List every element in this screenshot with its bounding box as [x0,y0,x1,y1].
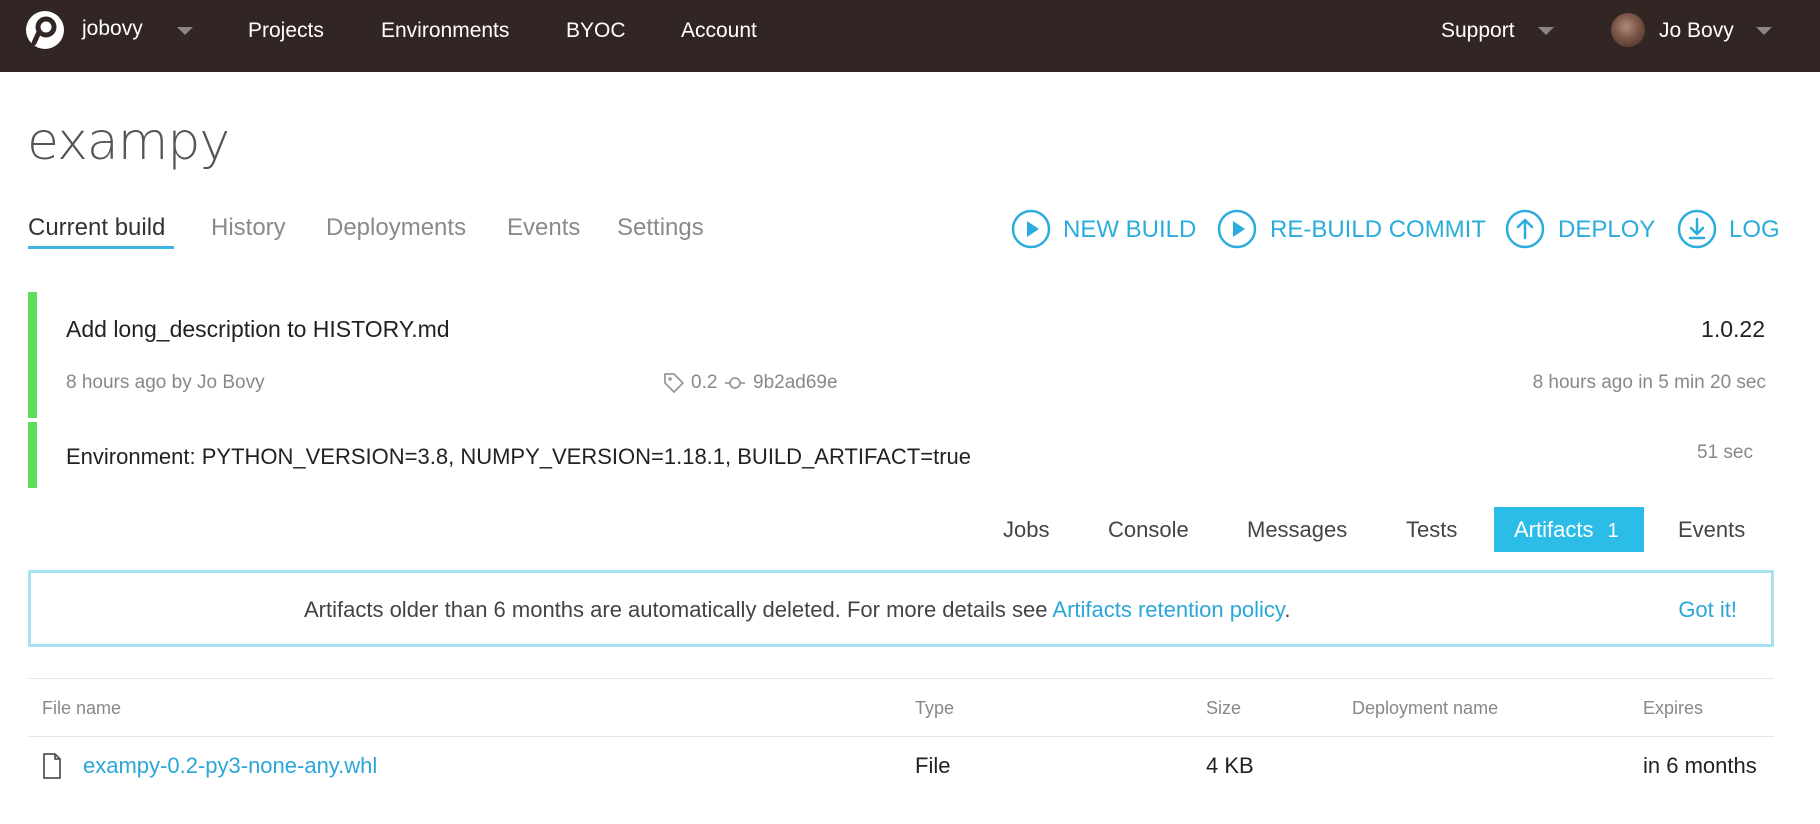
user-chevron-down-icon[interactable] [1756,27,1772,35]
page-title: exampy [27,112,230,172]
build-tag[interactable]: 0.2 [691,372,717,394]
job-environment-row[interactable]: Environment: PYTHON_VERSION=3.8, NUMPY_V… [28,422,1775,488]
commit-hash-link[interactable]: 9b2ad69e [753,372,838,394]
subtab-jobs[interactable]: Jobs [1003,517,1049,543]
retention-policy-link[interactable]: Artifacts retention policy [1052,597,1284,622]
commit-message[interactable]: Add long_description to HISTORY.md [66,316,450,342]
tag-icon [664,373,684,393]
deploy-label: DEPLOY [1558,216,1656,243]
column-header-expires: Expires [1643,698,1704,718]
rebuild-commit-label: RE-BUILD COMMIT [1270,216,1486,243]
notice-text: Artifacts older than 6 months are automa… [304,597,1053,622]
nav-item-byoc[interactable]: BYOC [566,19,626,43]
active-tab-indicator [28,246,174,249]
tab-settings[interactable]: Settings [617,214,704,242]
avatar[interactable] [1611,13,1645,47]
new-build-button[interactable]: NEW BUILD [1011,209,1197,251]
notice-message: Artifacts older than 6 months are automa… [304,597,1290,623]
artifact-expires: in 6 months [1643,753,1757,778]
play-circle-icon [1011,209,1051,249]
job-environment: Environment: PYTHON_VERSION=3.8, NUMPY_V… [66,444,971,469]
commit-author-time: 8 hours ago by Jo Bovy [66,372,265,393]
commit-icon [725,377,745,389]
column-header-type: Type [915,698,955,718]
account-chevron-down-icon[interactable] [177,27,193,35]
download-arrow-circle-icon [1677,209,1717,249]
support-chevron-down-icon[interactable] [1538,27,1554,35]
subtab-console[interactable]: Console [1108,517,1189,543]
new-build-label: NEW BUILD [1063,216,1197,243]
table-top-divider [28,678,1774,679]
rebuild-commit-button[interactable]: RE-BUILD COMMIT [1217,209,1486,251]
subtab-events[interactable]: Events [1678,517,1745,543]
tab-deployments[interactable]: Deployments [326,214,466,242]
subtab-tests[interactable]: Tests [1406,517,1457,543]
tab-history[interactable]: History [211,214,286,242]
subtab-messages[interactable]: Messages [1247,517,1347,543]
column-header-file-name: File name [42,698,122,718]
account-switcher-label[interactable]: jobovy [82,17,143,41]
appveyor-logo-icon[interactable] [25,10,65,50]
top-nav: jobovy Projects Environments BYOC Accoun… [0,0,1820,72]
build-version: 1.0.22 [1701,316,1765,342]
user-menu-name[interactable]: Jo Bovy [1659,19,1734,43]
file-icon [43,753,61,779]
artifacts-count-badge: 1 [1607,520,1619,542]
play-circle-icon [1217,209,1257,249]
deploy-button[interactable]: DEPLOY [1505,209,1655,251]
tab-events[interactable]: Events [507,214,580,242]
notice-period: . [1284,597,1291,622]
artifact-type: File [915,753,951,778]
retention-notice: Artifacts older than 6 months are automa… [28,570,1774,647]
nav-item-account[interactable]: Account [681,19,757,43]
table-row: exampy-0.2-py3-none-any.whl File 4 KB in… [28,737,1774,797]
artifact-file-link[interactable]: exampy-0.2-py3-none-any.whl [83,753,377,779]
column-header-deployment-name: Deployment name [1352,698,1499,718]
job-duration: 51 sec [1697,442,1753,463]
nav-item-environments[interactable]: Environments [381,19,509,43]
log-label: LOG [1729,216,1780,243]
subtab-artifacts-label: Artifacts [1514,517,1594,542]
got-it-button[interactable]: Got it! [1678,597,1737,623]
column-header-size: Size [1206,698,1242,718]
tab-current-build[interactable]: Current build [28,214,165,242]
subtab-artifacts[interactable]: Artifacts 1 [1494,507,1644,552]
artifact-size: 4 KB [1206,753,1254,778]
build-timing: 8 hours ago in 5 min 20 sec [1532,372,1766,393]
build-summary: Add long_description to HISTORY.md 1.0.2… [28,292,1775,418]
log-button[interactable]: LOG [1677,209,1787,251]
nav-item-projects[interactable]: Projects [248,19,324,43]
support-menu[interactable]: Support [1441,19,1515,43]
upload-arrow-circle-icon [1505,209,1545,249]
